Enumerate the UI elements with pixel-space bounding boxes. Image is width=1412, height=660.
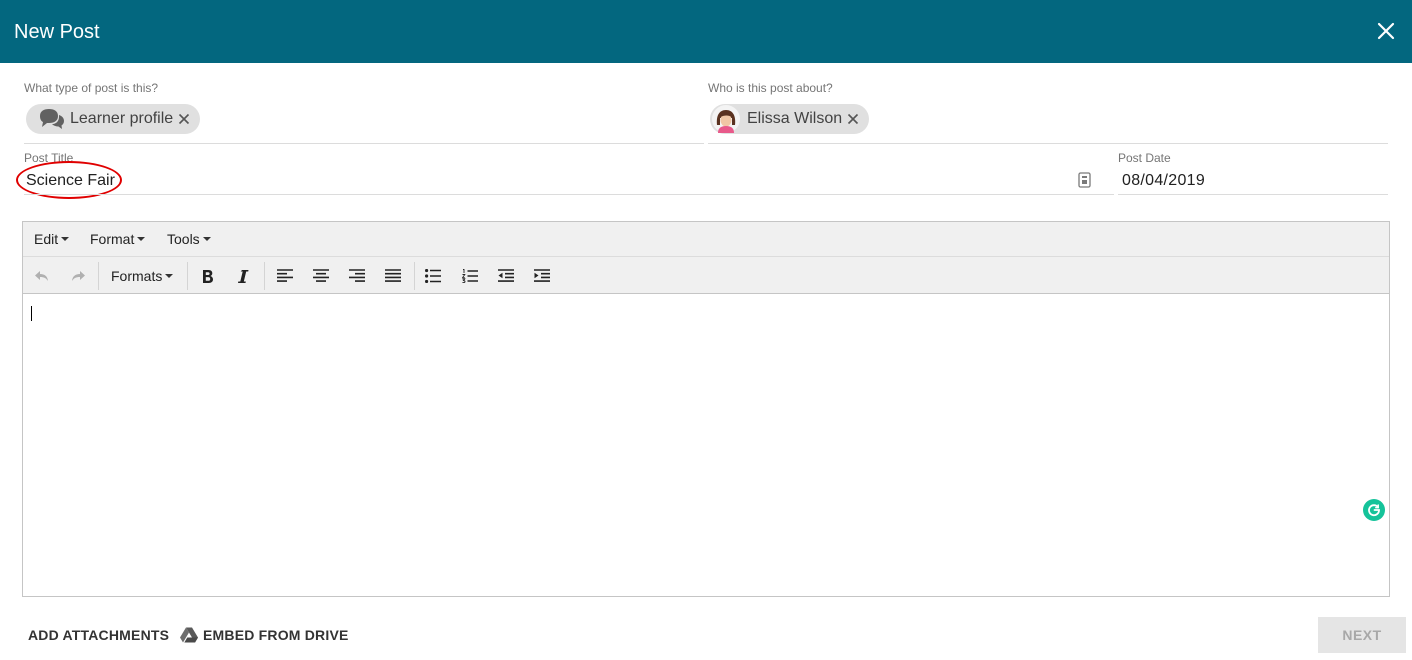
menu-format[interactable]: Format bbox=[90, 231, 146, 247]
toolbar-separator bbox=[414, 262, 415, 290]
numbered-list-icon bbox=[462, 269, 478, 283]
grammarly-icon bbox=[1368, 504, 1380, 517]
caret-down-icon bbox=[165, 274, 174, 279]
align-center-icon bbox=[313, 269, 329, 282]
outdent-button[interactable] bbox=[495, 265, 517, 287]
post-date-label: Post Date bbox=[1118, 151, 1171, 165]
add-attachments-label: ADD ATTACHMENTS bbox=[28, 627, 170, 643]
post-about-label: Who is this post about? bbox=[708, 81, 833, 95]
editor-menubar: Edit Format Tools bbox=[23, 222, 1389, 257]
remove-post-about-button[interactable] bbox=[845, 111, 861, 127]
align-right-button[interactable] bbox=[346, 265, 368, 287]
italic-icon bbox=[238, 269, 249, 283]
google-drive-icon bbox=[180, 627, 198, 643]
speech-bubbles-icon bbox=[38, 107, 66, 131]
post-date-input[interactable]: 08/04/2019 bbox=[1122, 171, 1205, 191]
add-attachments-button[interactable]: ADD ATTACHMENTS bbox=[28, 627, 169, 643]
embed-from-drive-button[interactable]: EMBED FROM DRIVE bbox=[180, 627, 349, 643]
menu-format-label: Format bbox=[90, 231, 135, 247]
editor-content-area[interactable] bbox=[23, 295, 1389, 596]
post-title-underline bbox=[24, 194, 1114, 195]
post-type-label: What type of post is this? bbox=[24, 81, 159, 95]
grammarly-button[interactable] bbox=[1363, 499, 1385, 521]
post-date-underline bbox=[1118, 194, 1388, 195]
text-cursor bbox=[31, 306, 32, 321]
dialog-header: New Post bbox=[0, 0, 1412, 63]
menu-tools-label: Tools bbox=[167, 231, 200, 247]
rich-text-editor: Edit Format Tools Formats bbox=[22, 221, 1390, 597]
character-keypad-icon[interactable] bbox=[1078, 172, 1092, 188]
undo-button[interactable] bbox=[31, 265, 53, 287]
align-justify-button[interactable] bbox=[382, 265, 404, 287]
indent-icon bbox=[534, 269, 550, 282]
embed-from-drive-label: EMBED FROM DRIVE bbox=[203, 627, 349, 643]
caret-down-icon bbox=[202, 237, 211, 242]
undo-icon bbox=[35, 271, 48, 281]
align-center-button[interactable] bbox=[310, 265, 332, 287]
redo-button[interactable] bbox=[67, 265, 89, 287]
post-type-chip[interactable]: Learner profile bbox=[26, 104, 201, 134]
caret-down-icon bbox=[61, 237, 70, 242]
italic-button[interactable] bbox=[232, 265, 254, 287]
align-left-icon bbox=[277, 269, 293, 282]
toolbar-separator bbox=[98, 262, 99, 290]
align-right-icon bbox=[349, 269, 365, 282]
formats-dropdown[interactable]: Formats bbox=[111, 268, 174, 284]
post-type-underline bbox=[24, 143, 704, 144]
close-icon bbox=[1377, 22, 1395, 40]
editor-toolbar: Formats bbox=[23, 257, 1389, 294]
bullet-list-button[interactable] bbox=[422, 265, 444, 287]
outdent-icon bbox=[498, 269, 514, 282]
post-about-underline bbox=[708, 143, 1388, 144]
align-left-button[interactable] bbox=[274, 265, 296, 287]
post-type-chip-text: Learner profile bbox=[70, 110, 174, 127]
align-justify-icon bbox=[385, 269, 401, 282]
menu-tools[interactable]: Tools bbox=[167, 231, 211, 247]
menu-edit-label: Edit bbox=[34, 231, 59, 247]
numbered-list-button[interactable] bbox=[459, 265, 481, 287]
post-about-chip-text: Elissa Wilson bbox=[747, 110, 843, 127]
next-button[interactable]: NEXT bbox=[1318, 617, 1406, 653]
redo-icon bbox=[72, 271, 85, 281]
avatar bbox=[712, 105, 740, 133]
caret-down-icon bbox=[137, 237, 146, 242]
bold-button[interactable] bbox=[197, 265, 219, 287]
dialog-title: New Post bbox=[14, 21, 100, 43]
bold-icon bbox=[203, 269, 213, 283]
menu-edit[interactable]: Edit bbox=[34, 231, 70, 247]
close-icon bbox=[179, 113, 190, 125]
close-icon bbox=[848, 113, 859, 125]
toolbar-separator bbox=[187, 262, 188, 290]
toolbar-separator bbox=[264, 262, 265, 290]
indent-button[interactable] bbox=[531, 265, 553, 287]
formats-label: Formats bbox=[111, 268, 163, 284]
post-about-chip[interactable]: Elissa Wilson bbox=[710, 104, 870, 134]
bullet-list-icon bbox=[425, 269, 441, 283]
remove-post-type-button[interactable] bbox=[176, 111, 192, 127]
close-button[interactable] bbox=[1372, 17, 1400, 45]
